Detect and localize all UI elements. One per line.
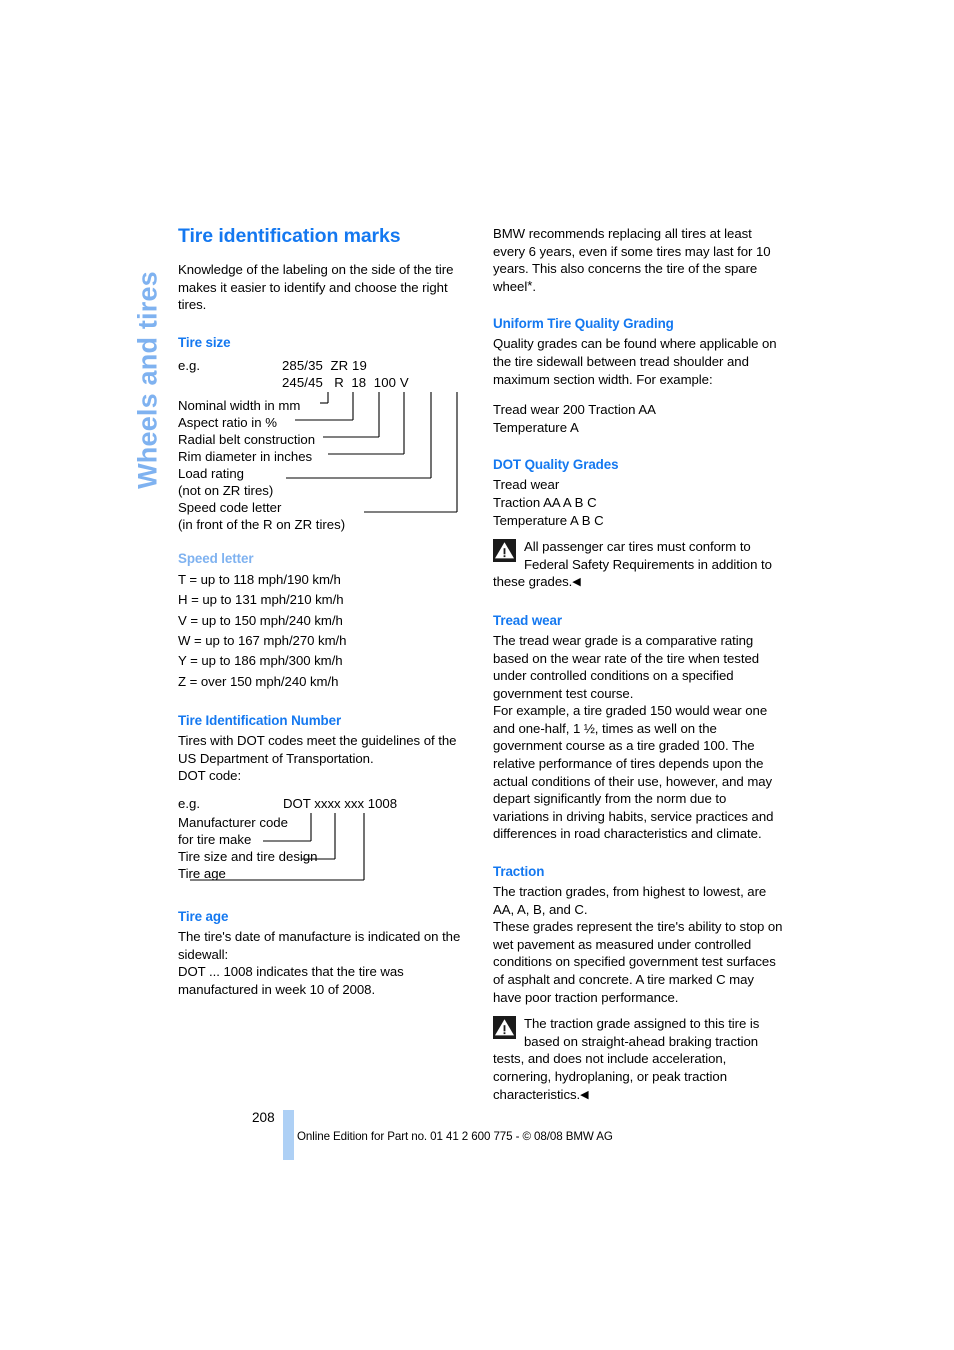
dot-code-diagram: e.g. DOT xxxx xxx 1008 Manufacturer code…	[178, 796, 470, 888]
footer-edition-text: Online Edition for Part no. 01 41 2 600 …	[297, 1130, 613, 1143]
uniform-grading-example-line-2: Temperature A	[493, 419, 579, 435]
uniform-grading-example-line-1: Tread wear 200 Traction AA	[493, 402, 656, 418]
speed-letter-item: Z = over 150 mph/240 km/h	[178, 673, 339, 689]
right-column: BMW recommends replacing all tires at le…	[493, 225, 785, 1104]
traction-paragraph-2: These grades represent the tire's abilit…	[493, 919, 783, 1005]
dot-leader-lines	[190, 813, 365, 881]
tin-paragraph: Tires with DOT codes meet the guidelines…	[178, 733, 457, 766]
warning-note-traction-grade: The traction grade assigned to this tire…	[493, 1015, 785, 1104]
intro-paragraph: Knowledge of the labeling on the side of…	[178, 262, 454, 313]
dot-quality-grade-line: Tread wear	[493, 477, 560, 493]
bmw-recommendation-paragraph: BMW recommends replacing all tires at le…	[493, 225, 785, 295]
warning-note-federal-safety-text: All passenger car tires must conform to …	[493, 539, 772, 590]
traction-paragraph-1: The traction grades, from highest to low…	[493, 884, 767, 917]
note-end-arrow-icon: ◀	[580, 1088, 589, 1101]
section-heading-tire-size: Tire size	[178, 334, 231, 350]
section-heading-tire-age: Tire age	[178, 909, 229, 924]
section-heading-tread-wear: Tread wear	[493, 612, 562, 628]
tread-wear-paragraph-2: For example, a tire graded 150 would wea…	[493, 703, 774, 842]
speed-letter-item: T = up to 118 mph/190 km/h	[178, 571, 341, 587]
section-heading-tire-identification-number: Tire Identification Number	[178, 713, 342, 729]
warning-triangle-icon	[493, 1016, 516, 1040]
warning-note-federal-safety: All passenger car tires must conform to …	[493, 538, 785, 592]
speed-letter-item: H = up to 131 mph/210 km/h	[178, 592, 344, 608]
speed-letter-list: T = up to 118 mph/190 km/h H = up to 131…	[178, 570, 470, 692]
warning-triangle-icon	[493, 539, 516, 563]
speed-letter-item: Y = up to 186 mph/300 km/h	[178, 653, 343, 669]
tire-size-diagram: e.g. 285/35 ZR 19 245/45 R 18 100 V Nomi…	[178, 358, 470, 532]
speed-letter-item: W = up to 167 mph/270 km/h	[178, 633, 347, 648]
tire-age-paragraph-2: DOT ... 1008 indicates that the tire was…	[178, 964, 404, 997]
manual-page: Wheels and tires Tire identification mar…	[0, 0, 954, 1350]
left-column: Tire identification marks Knowledge of t…	[178, 225, 470, 998]
uniform-grading-example: Tread wear 200 Traction AA Temperature A	[493, 401, 785, 436]
tire-size-leader-lines	[286, 391, 458, 513]
dot-code-label: DOT code:	[178, 768, 242, 784]
dot-quality-grades-list: Tread wear Traction AA A B C Temperature…	[493, 476, 785, 529]
section-heading-traction: Traction	[493, 864, 545, 880]
footer-accent-bar	[283, 1110, 294, 1160]
page-title: Tire identification marks	[178, 225, 401, 247]
section-heading-uniform-tire-quality-grading: Uniform Tire Quality Grading	[493, 316, 674, 332]
tread-wear-paragraph-1: The tread wear grade is a comparative ra…	[493, 632, 760, 701]
warning-note-traction-grade-text: The traction grade assigned to this tire…	[493, 1016, 760, 1102]
section-heading-dot-quality-grades: DOT Quality Grades	[493, 457, 619, 473]
section-heading-speed-letter: Speed letter	[178, 550, 254, 566]
speed-letter-item: V = up to 150 mph/240 km/h	[178, 612, 343, 628]
page-number: 208	[252, 1110, 275, 1125]
bmw-recommendation-period: .	[532, 278, 536, 294]
uniform-grading-paragraph: Quality grades can be found where applic…	[493, 336, 777, 387]
note-end-arrow-icon: ◀	[572, 576, 581, 589]
chapter-tab: Wheels and tires	[125, 215, 171, 545]
spare-wheel-asterisk: *	[527, 277, 533, 293]
tire-age-paragraph-1: The tire's date of manufacture is indica…	[178, 929, 461, 962]
dot-quality-grade-line: Traction AA A B C	[493, 494, 597, 510]
chapter-tab-label: Wheels and tires	[132, 271, 163, 489]
dot-quality-grade-line: Temperature A B C	[493, 512, 604, 528]
